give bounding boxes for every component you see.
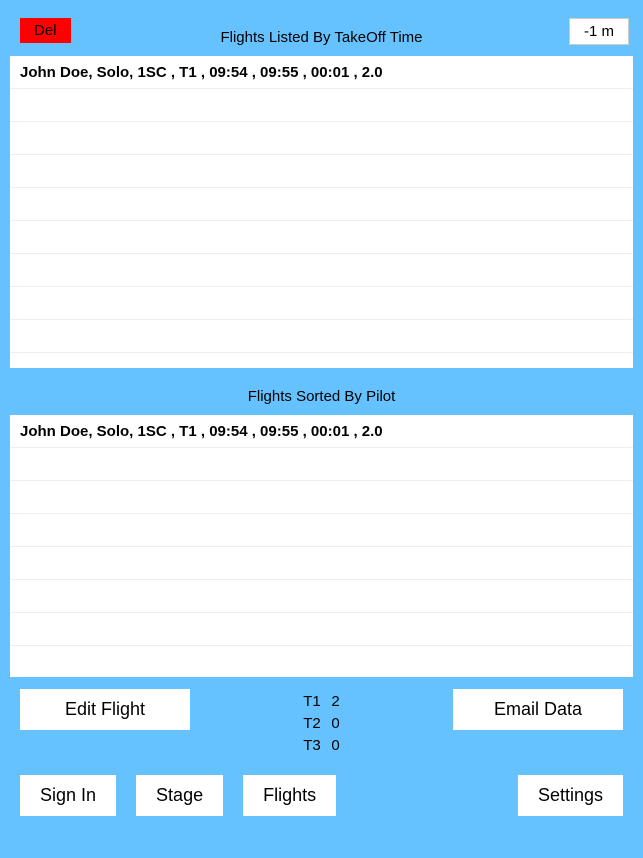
page-title: Flights Listed By TakeOff Time xyxy=(220,29,422,46)
stage-button[interactable]: Stage xyxy=(136,775,223,816)
tally-label: T1 xyxy=(303,691,327,713)
tally-label: T2 xyxy=(303,713,327,735)
tally-value: 0 xyxy=(331,715,339,732)
flights-by-takeoff-list[interactable]: John Doe, Solo, 1SC , T1 , 09:54 , 09:55… xyxy=(10,56,633,368)
list-item xyxy=(10,353,633,368)
flights-by-pilot-list[interactable]: John Doe, Solo, 1SC , T1 , 09:54 , 09:55… xyxy=(10,415,633,677)
tally-value: 0 xyxy=(331,737,339,754)
header-bar: Del Flights Listed By TakeOff Time -1 m xyxy=(0,0,643,56)
list-item xyxy=(10,221,633,254)
list-item xyxy=(10,320,633,353)
tally-t2: T2 0 xyxy=(303,713,340,735)
tally-t3: T3 0 xyxy=(303,735,340,757)
list-item xyxy=(10,613,633,646)
list-item xyxy=(10,155,633,188)
list-item xyxy=(10,646,633,677)
flights-button[interactable]: Flights xyxy=(243,775,336,816)
list-item xyxy=(10,580,633,613)
tally-counts: T1 2 T2 0 T3 0 xyxy=(303,691,340,757)
tally-label: T3 xyxy=(303,735,327,757)
list-item[interactable]: John Doe, Solo, 1SC , T1 , 09:54 , 09:55… xyxy=(10,56,633,89)
nav-bar: Sign In Stage Flights Settings xyxy=(0,757,643,816)
list-item xyxy=(10,547,633,580)
list-item xyxy=(10,89,633,122)
list-item xyxy=(10,448,633,481)
action-row: Edit Flight T1 2 T2 0 T3 0 Email Data xyxy=(0,677,643,757)
settings-button[interactable]: Settings xyxy=(518,775,623,816)
email-data-button[interactable]: Email Data xyxy=(453,689,623,730)
list-item xyxy=(10,481,633,514)
list-item xyxy=(10,122,633,155)
signin-button[interactable]: Sign In xyxy=(20,775,116,816)
list-item xyxy=(10,287,633,320)
tally-value: 2 xyxy=(331,693,339,710)
tally-t1: T1 2 xyxy=(303,691,340,713)
list-item[interactable]: John Doe, Solo, 1SC , T1 , 09:54 , 09:55… xyxy=(10,415,633,448)
delete-button[interactable]: Del xyxy=(20,18,71,43)
list-item xyxy=(10,188,633,221)
nav-left-group: Sign In Stage Flights xyxy=(20,775,336,816)
list-item xyxy=(10,514,633,547)
list-item xyxy=(10,254,633,287)
time-offset-button[interactable]: -1 m xyxy=(569,18,629,45)
edit-flight-button[interactable]: Edit Flight xyxy=(20,689,190,730)
section-title-pilot: Flights Sorted By Pilot xyxy=(0,388,643,405)
